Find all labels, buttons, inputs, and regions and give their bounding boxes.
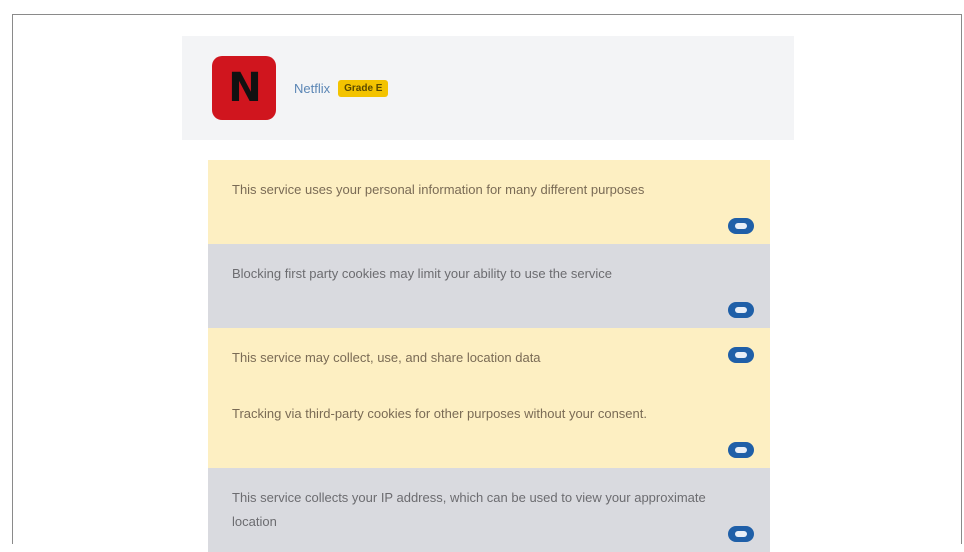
privacy-point-text: This service uses your personal informat… <box>232 182 645 197</box>
expand-icon[interactable] <box>728 442 754 458</box>
expand-icon[interactable] <box>728 347 754 363</box>
netflix-logo[interactable]: N <box>212 56 276 120</box>
logo-letter: N <box>228 65 262 111</box>
privacy-point-text: This service may collect, use, and share… <box>232 350 541 365</box>
service-card: N Netflix Grade E This service uses your… <box>182 36 794 552</box>
privacy-point-text: Blocking first party cookies may limit y… <box>232 266 613 281</box>
privacy-points-list: This service uses your personal informat… <box>208 160 770 552</box>
privacy-point[interactable]: Tracking via third-party cookies for oth… <box>208 384 770 468</box>
privacy-point-text: Tracking via third-party cookies for oth… <box>232 406 647 421</box>
expand-icon[interactable] <box>728 218 754 234</box>
expand-icon[interactable] <box>728 526 754 542</box>
privacy-point[interactable]: This service may collect, use, and share… <box>208 328 770 384</box>
privacy-point-text: This service collects your IP address, w… <box>232 490 706 529</box>
grade-badge: Grade E <box>338 79 389 97</box>
privacy-point[interactable]: Blocking first party cookies may limit y… <box>208 244 770 328</box>
privacy-point[interactable]: This service uses your personal informat… <box>208 160 770 244</box>
privacy-point[interactable]: This service collects your IP address, w… <box>208 468 770 552</box>
service-header: N Netflix Grade E <box>182 36 794 140</box>
service-name-link[interactable]: Netflix <box>294 81 330 96</box>
expand-icon[interactable] <box>728 302 754 318</box>
